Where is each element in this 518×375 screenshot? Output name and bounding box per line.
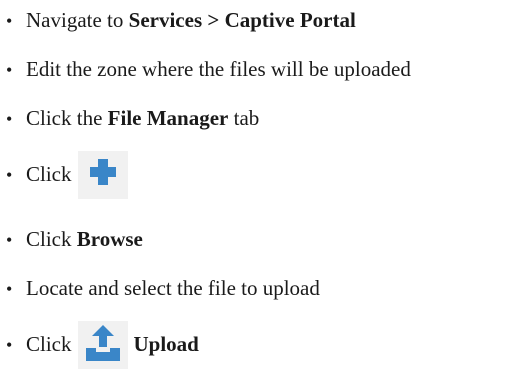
step-bold-text: Services > Captive Portal	[128, 8, 356, 32]
list-item: • Click	[6, 150, 134, 199]
bullet: •	[6, 109, 13, 129]
list-item: • Click Upload	[6, 320, 199, 369]
bullet: •	[6, 279, 13, 299]
step-text: Click	[26, 332, 72, 356]
list-item: • Click Browse	[6, 227, 143, 252]
bullet: •	[6, 230, 13, 250]
step-text: Click	[26, 227, 77, 251]
list-item: • Navigate to Services > Captive Portal	[6, 8, 356, 33]
upload-icon	[77, 321, 128, 369]
bullet: •	[6, 335, 13, 355]
step-text: Locate and select the file to upload	[26, 276, 320, 300]
bullet: •	[6, 165, 13, 185]
step-text: Navigate to	[26, 8, 129, 32]
step-bold-text: Upload	[133, 332, 199, 356]
step-text: Click	[26, 162, 72, 186]
list-item: • Click the File Manager tab	[6, 106, 259, 131]
list-item: • Edit the zone where the files will be u…	[6, 57, 411, 82]
step-text: Edit the zone where the files will be up…	[26, 57, 411, 81]
step-text: Click the	[26, 106, 108, 130]
bullet: •	[6, 60, 13, 80]
bullet: •	[6, 11, 13, 31]
step-bold-text: File Manager	[107, 106, 229, 130]
plus-icon	[77, 151, 128, 199]
step-text: tab	[228, 106, 260, 130]
step-bold-text: Browse	[76, 227, 143, 251]
list-item: • Locate and select the file to upload	[6, 276, 320, 301]
